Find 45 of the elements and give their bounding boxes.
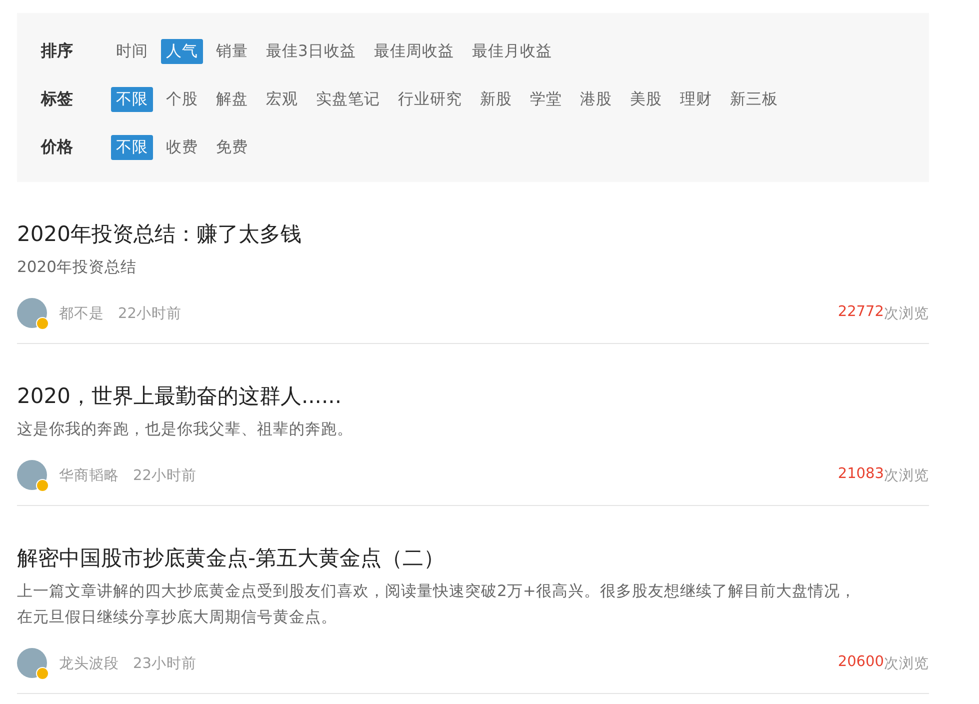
article-title[interactable]: 2020年投资总结：赚了太多钱	[17, 220, 929, 248]
filter-option[interactable]: 宏观	[261, 87, 303, 112]
avatar	[17, 460, 47, 490]
article-title[interactable]: 解密中国股市抄底黄金点-第五大黄金点（二）	[17, 544, 929, 572]
filter-option[interactable]: 免费	[211, 135, 253, 160]
filter-label: 标签	[41, 89, 74, 110]
filter-option[interactable]: 学堂	[525, 87, 567, 112]
filter-option[interactable]: 港股	[575, 87, 617, 112]
filter-option[interactable]: 美股	[625, 87, 667, 112]
filter-option[interactable]: 最佳周收益	[368, 39, 459, 64]
view-label: 次浏览	[884, 654, 929, 672]
post-time: 23小时前	[133, 654, 196, 672]
filter-option[interactable]: 个股	[161, 87, 203, 112]
filter-option[interactable]: 不限	[111, 135, 153, 160]
article-summary: 2020年投资总结	[17, 257, 138, 278]
author-name[interactable]: 华商韬略	[59, 466, 119, 484]
filter-option[interactable]: 不限	[111, 87, 153, 112]
view-label: 次浏览	[884, 304, 929, 322]
filter-option[interactable]: 行业研究	[393, 87, 467, 112]
view-count: 21083	[838, 466, 884, 484]
article-summary: 这是你我的奔跑，也是你我父辈、祖辈的奔跑。	[17, 419, 354, 440]
author-name[interactable]: 龙头波段	[59, 654, 119, 672]
post-time: 22小时前	[133, 466, 196, 484]
filter-option[interactable]: 时间	[111, 39, 153, 64]
filter-option[interactable]: 最佳月收益	[466, 39, 557, 64]
post-time: 22小时前	[118, 304, 182, 322]
view-count: 20600	[838, 654, 884, 672]
filter-label: 排序	[41, 41, 74, 62]
filter-option[interactable]: 新三板	[725, 87, 783, 112]
filter-label: 价格	[41, 137, 74, 158]
avatar	[17, 298, 47, 328]
view-count: 22772	[838, 304, 884, 322]
filter-option[interactable]: 销量	[211, 39, 253, 64]
view-label: 次浏览	[884, 466, 929, 484]
filter-option[interactable]: 最佳3日收益	[261, 39, 361, 64]
article-title[interactable]: 2020，世界上最勤奋的这群人......	[17, 382, 929, 410]
author-name[interactable]: 都不是	[59, 304, 104, 322]
filter-option[interactable]: 理财	[675, 87, 717, 112]
filter-option[interactable]: 收费	[161, 135, 203, 160]
article-summary: 上一篇文章讲解的四大抄底黄金点受到股友们喜欢，阅读量快速突破2万+很高兴。很多股友想继续了解目前大盘情况，在元旦假日继续分享抄底大周期信号黄金点。	[17, 581, 857, 628]
filter-option[interactable]: 新股	[475, 87, 517, 112]
avatar	[17, 648, 47, 678]
filter-option[interactable]: 实盘笔记	[311, 87, 385, 112]
filter-option[interactable]: 人气	[161, 39, 203, 64]
filter-option[interactable]: 解盘	[211, 87, 253, 112]
